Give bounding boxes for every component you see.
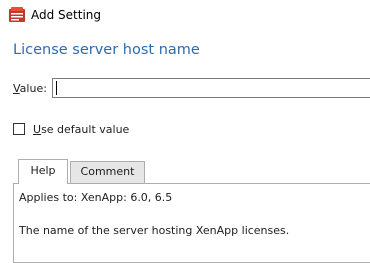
applies-to-text: Applies to: XenApp: 6.0, 6.5 [19,191,173,204]
text-caret [56,81,57,95]
use-default-label[interactable]: Use default value [33,123,129,136]
setting-name-heading: License server host name [13,42,200,58]
value-label: Value: [13,82,47,95]
value-label-text: alue: [19,82,47,95]
use-default-label-accel: U [33,123,42,136]
value-label-accel: V [13,82,20,95]
use-default-label-text: se default value [41,123,130,136]
window-title: Add Setting [31,8,102,22]
help-description: The name of the server hosting XenApp li… [19,224,290,237]
title-bar: Add Setting [0,0,370,32]
use-default-checkbox[interactable] [13,123,25,135]
value-input[interactable] [52,78,370,98]
tab-comment[interactable]: Comment [70,161,145,183]
tab-help[interactable]: Help [18,159,68,184]
settings-app-icon [9,7,25,22]
